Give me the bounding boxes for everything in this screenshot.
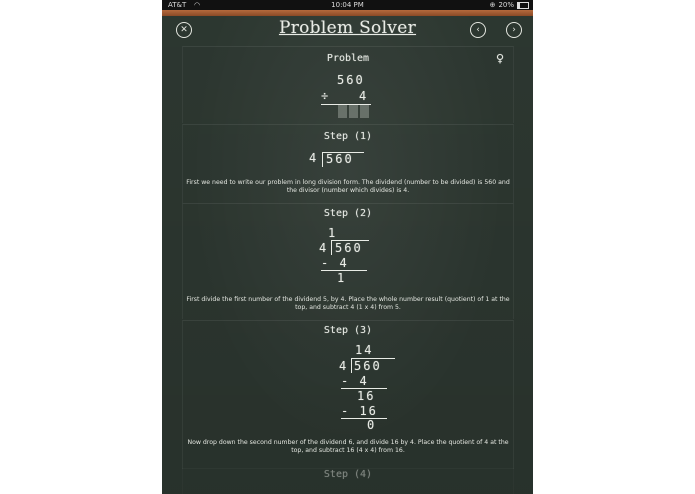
step-2-remainder: 1 [337,271,347,285]
rotation-lock-icon: ⊕ [489,1,496,9]
chevron-left-icon: ‹ [476,25,480,35]
back-button[interactable]: ‹ [470,22,486,38]
step-3-remainder: 0 [367,418,377,432]
status-bar: AT&T ◠ 10:04 PM ⊕ 20% [162,0,533,10]
step-2-panel: Step (2) 1 4 560 - 4 1 First divide the … [182,203,514,319]
step-2-description: First divide the first number of the div… [186,296,510,311]
step-1-description: First we need to write our problem in lo… [186,179,510,194]
clock: 10:04 PM [331,1,364,9]
step-3-dividend: 560 [354,359,382,373]
problem-dividend: 560 [337,73,365,87]
header: ✕ Problem Solver ‹ › [162,16,533,46]
chevron-right-icon: › [512,25,516,35]
step-3-panel: Step (3) 14 4 560 - 4 16 - 16 0 Now drop… [182,320,514,469]
battery-percent: 20% [498,1,514,9]
problem-operator: ÷ [321,89,331,103]
forward-button[interactable]: › [506,22,522,38]
step-heading: Step (1) [323,131,373,142]
step-heading: Step (2) [323,208,373,219]
ipad-screen: AT&T ◠ 10:04 PM ⊕ 20% ✕ Problem Solver ‹… [162,0,533,494]
step-3-divisor: 4 [339,359,349,373]
step-heading: Step (3) [323,325,373,336]
battery-icon [517,1,529,9]
step-1-panel: Step (1) 4 560 First we need to write ou… [182,124,514,203]
step-3-intermediate: 16 [357,389,376,403]
division-bracket [322,152,323,167]
step-3-description: Now drop down the second number of the d… [187,439,509,454]
step-2-quotient: 1 [328,226,338,240]
division-bracket [331,240,332,255]
step-3-quotient: 14 [355,343,374,357]
step-1-dividend: 560 [326,152,354,166]
answer-tile[interactable] [349,105,358,118]
status-right: ⊕ 20% [490,0,529,10]
step-1-divisor: 4 [309,151,319,165]
step-2-divisor: 4 [319,241,329,255]
step-3-subtract-2: - 16 [341,404,378,418]
lightbulb-icon[interactable]: ♀ [496,52,504,65]
step-3-subtract-1: - 4 [341,374,369,388]
step-2-subtract: - 4 [321,256,349,270]
problem-heading: Problem [326,53,370,64]
answer-tile[interactable] [360,105,369,118]
step-heading: Step (4) [323,469,373,480]
problem-panel: Problem 560 ÷ 4 [182,46,514,123]
problem-divisor: 4 [359,89,369,103]
subtraction-line [341,418,387,419]
answer-tile[interactable] [338,105,347,118]
step-2-dividend: 560 [335,241,363,255]
division-bracket [351,358,352,373]
step-4-panel: Step (4) [182,468,514,494]
